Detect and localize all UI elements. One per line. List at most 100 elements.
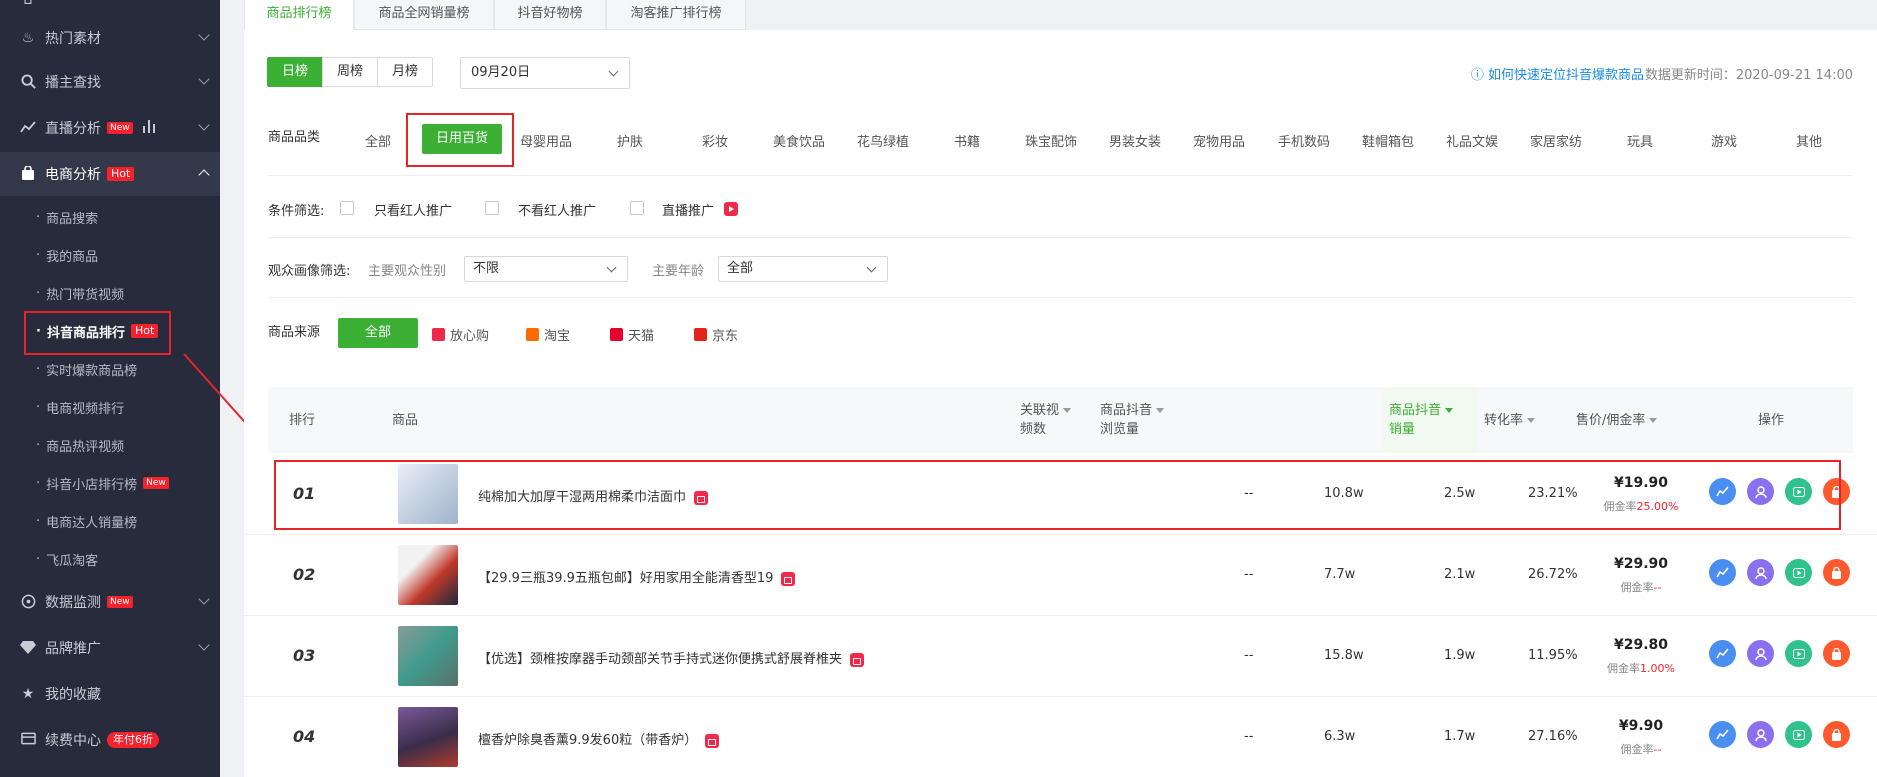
cell-sales: 2.1w	[1444, 567, 1476, 582]
category-item[interactable]: 其他	[1769, 131, 1849, 150]
gender-label: 主要观众性别	[368, 264, 447, 279]
checkbox-no-influencer[interactable]	[485, 201, 499, 215]
header-conversion[interactable]: 转化率	[1484, 411, 1536, 430]
sidebar-sub-feigua-taoke[interactable]: · 飞瓜淘客	[0, 540, 220, 578]
product-name[interactable]: 【29.9三瓶39.9五瓶包邮】好用家用全能清香型19	[478, 567, 796, 586]
taobao-icon	[526, 328, 539, 341]
influencer-button[interactable]	[1747, 640, 1774, 667]
period-monthly-button[interactable]: 月榜	[377, 57, 434, 87]
gender-select[interactable]: 不限	[464, 256, 628, 282]
sort-caret-icon	[1527, 418, 1536, 423]
period-daily-button[interactable]: 日榜	[267, 57, 324, 87]
tab-product-rank[interactable]: 商品排行榜	[244, 0, 354, 30]
period-toggle: 日榜 周榜 月榜	[267, 57, 434, 87]
category-item[interactable]: 宠物用品	[1179, 131, 1259, 150]
shop-button[interactable]	[1823, 721, 1850, 748]
category-item[interactable]: 礼品文娱	[1432, 131, 1512, 150]
sidebar-sub-my-products[interactable]: · 我的商品	[0, 236, 220, 274]
sidebar-item-favorites[interactable]: ★ 我的收藏	[0, 672, 220, 716]
header-sales[interactable]: 商品抖音 销量	[1389, 401, 1454, 439]
tab-taoke-rank[interactable]: 淘客推广排行榜	[606, 0, 746, 30]
fangxingou-icon	[432, 328, 445, 341]
category-item[interactable]: 书籍	[927, 131, 1007, 150]
age-select[interactable]: 全部	[718, 256, 888, 282]
category-item[interactable]: 男装女装	[1095, 131, 1175, 150]
cell-videos: --	[1244, 729, 1254, 744]
sort-caret-icon	[1063, 408, 1072, 413]
category-item[interactable]: 母婴用品	[506, 131, 586, 150]
table-row[interactable]: 04 檀香炉除臭香薰9.9发60粒（带香炉） -- 6.3w 1.7w 27.1…	[244, 697, 1877, 777]
help-link[interactable]: ⓘ 如何快速定位抖音爆款商品	[1471, 64, 1644, 83]
product-name[interactable]: 【优选】颈椎按摩器手动颈部关节手持式迷你便携式舒展脊椎夹	[478, 648, 865, 667]
product-thumbnail[interactable]	[398, 545, 458, 605]
tab-bar: 商品排行榜 商品全网销量榜 抖音好物榜 淘客推广排行榜	[244, 0, 1877, 30]
sidebar-sub-hot-videos[interactable]: · 热门带货视频	[0, 274, 220, 312]
influencer-button[interactable]	[1747, 559, 1774, 586]
shop-button[interactable]	[1823, 559, 1850, 586]
sidebar-item-renewal[interactable]: 续费中心 年付6折	[0, 718, 220, 762]
table-row[interactable]: 03 【优选】颈椎按摩器手动颈部关节手持式迷你便携式舒展脊椎夹 -- 15.8w…	[244, 616, 1877, 697]
tab-good-products[interactable]: 抖音好物榜	[494, 0, 606, 30]
category-item[interactable]: 彩妆	[675, 131, 755, 150]
category-item[interactable]: 玩具	[1600, 131, 1680, 150]
sidebar-item-monitoring[interactable]: 数据监测 New	[0, 580, 220, 624]
sidebar-item-ecommerce[interactable]: 电商分析 Hot	[0, 152, 220, 196]
sidebar-item-live-analysis[interactable]: 直播分析 New	[0, 106, 220, 150]
sidebar-sub-shop-rank[interactable]: · 抖音小店排行榜 New	[0, 464, 220, 502]
header-price[interactable]: 售价/佣金率	[1576, 411, 1658, 430]
filter-option-label: 只看红人推广	[374, 204, 453, 219]
divider	[268, 175, 1853, 176]
video-play-button[interactable]	[1785, 640, 1812, 667]
category-item[interactable]: 花鸟绿植	[843, 131, 923, 150]
cell-commission: 佣金率--	[1620, 743, 1662, 756]
category-item[interactable]: 护肤	[590, 131, 670, 150]
partial-icon: ⌂	[23, 0, 33, 8]
trend-chart-button[interactable]	[1709, 721, 1736, 748]
period-weekly-button[interactable]: 周榜	[322, 57, 379, 87]
source-item-taobao[interactable]: 淘宝	[526, 325, 570, 344]
bag-icon	[20, 165, 36, 182]
source-item-tmall[interactable]: 天猫	[610, 325, 654, 344]
influencer-button[interactable]	[1747, 721, 1774, 748]
highlight-box-sidebar	[24, 311, 171, 355]
category-item[interactable]: 鞋帽箱包	[1348, 131, 1428, 150]
checkbox-influencer-only[interactable]	[340, 201, 354, 215]
sidebar-item-streamer-search[interactable]: 播主查找	[0, 60, 220, 104]
video-play-button[interactable]	[1785, 721, 1812, 748]
category-item[interactable]: 手机数码	[1264, 131, 1344, 150]
cell-views: 7.7w	[1324, 567, 1356, 582]
category-item[interactable]: 家居家纺	[1516, 131, 1596, 150]
sort-caret-icon	[1649, 418, 1658, 423]
category-item[interactable]: 珠宝配饰	[1011, 131, 1091, 150]
category-item[interactable]: 游戏	[1684, 131, 1764, 150]
header-product: 商品	[392, 413, 419, 428]
trend-chart-button[interactable]	[1709, 640, 1736, 667]
sidebar-sub-product-search[interactable]: · 商品搜索	[0, 198, 220, 236]
tab-network-sales[interactable]: 商品全网销量榜	[354, 0, 494, 30]
chevron-down-icon	[866, 262, 877, 273]
product-thumbnail[interactable]	[398, 626, 458, 686]
header-videos[interactable]: 关联视 频数	[1020, 401, 1072, 439]
sidebar-sub-influencer-sales[interactable]: · 电商达人销量榜	[0, 502, 220, 540]
category-item[interactable]: 美食饮品	[759, 131, 839, 150]
sidebar-item-brand-promo[interactable]: 品牌推广	[0, 626, 220, 670]
row-rank: 04	[293, 727, 316, 746]
source-item-jd[interactable]: 京东	[694, 325, 738, 344]
trend-chart-button[interactable]	[1709, 559, 1736, 586]
sidebar-item-hot-materials[interactable]: ♨ 热门素材	[0, 16, 220, 60]
table-header: 排行 商品 关联视 频数 商品抖音 浏览量 商品抖音 销量 转化率 售价/佣金率 操作	[268, 387, 1853, 453]
sidebar-item-label: 热门素材	[45, 31, 101, 47]
sort-caret-icon	[1156, 408, 1165, 413]
cell-commission: 佣金率--	[1620, 581, 1662, 594]
shop-icon	[705, 733, 720, 748]
checkbox-live-promo[interactable]	[630, 201, 644, 215]
date-select[interactable]: 09月20日	[460, 57, 630, 89]
product-thumbnail[interactable]	[398, 707, 458, 767]
source-item-fangxingou[interactable]: 放心购	[432, 325, 489, 344]
shop-button[interactable]	[1823, 640, 1850, 667]
table-row[interactable]: 02 【29.9三瓶39.9五瓶包邮】好用家用全能清香型19 -- 7.7w 2…	[244, 535, 1877, 616]
source-all-button[interactable]: 全部	[338, 318, 418, 348]
product-name[interactable]: 檀香炉除臭香薰9.9发60粒（带香炉）	[478, 729, 720, 748]
video-play-button[interactable]	[1785, 559, 1812, 586]
header-views[interactable]: 商品抖音 浏览量	[1100, 401, 1165, 439]
